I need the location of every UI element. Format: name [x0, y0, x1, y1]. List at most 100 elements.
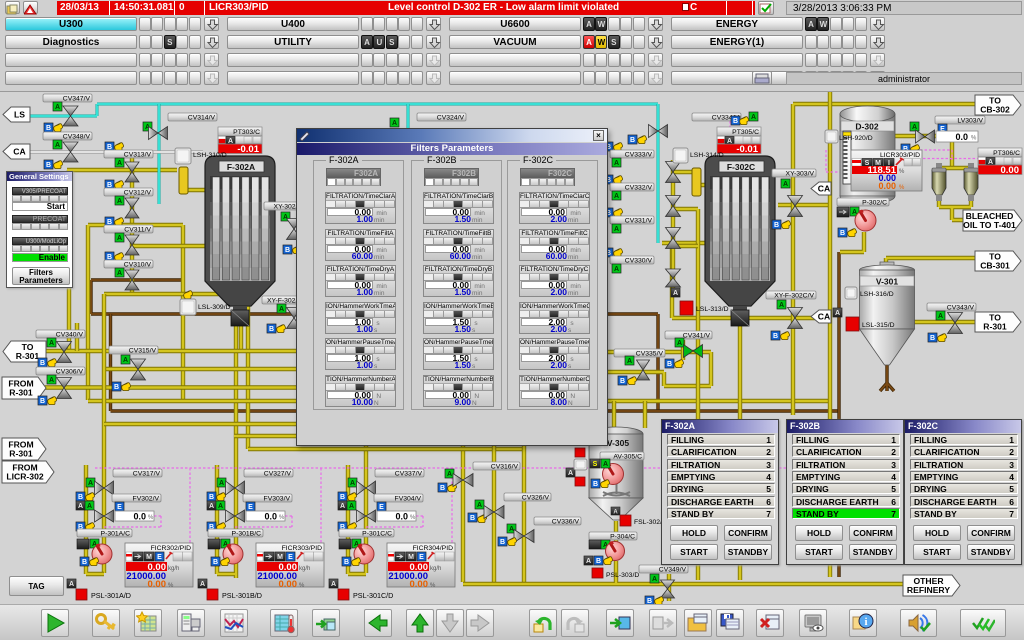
svg-text:A: A [652, 576, 657, 583]
svg-text:0.00: 0.00 [1001, 165, 1020, 176]
svg-text:%: % [168, 583, 174, 589]
svg-text:%: % [899, 185, 905, 191]
svg-text:CA: CA [818, 184, 830, 194]
svg-text:A: A [117, 160, 122, 167]
svg-text:A: A [200, 581, 205, 588]
svg-text:B: B [344, 559, 349, 566]
svg-text:i: i [864, 616, 867, 628]
svg-text:PT306/C: PT306/C [993, 150, 1020, 157]
svg-text:PSL-301B/D: PSL-301B/D [222, 591, 262, 600]
svg-text:PSL-303/D: PSL-303/D [606, 572, 639, 579]
svg-text:CV306/V: CV306/V [56, 369, 84, 376]
svg-text:A: A [627, 358, 632, 365]
svg-text:PSL-301A/D: PSL-301A/D [91, 591, 131, 600]
svg-text:CA: CA [13, 147, 25, 157]
svg-text:A: A [69, 581, 74, 588]
svg-text:B: B [500, 539, 505, 546]
svg-text:A: A [349, 503, 354, 510]
svg-text:A: A [88, 480, 93, 487]
svg-text:CV310/V: CV310/V [124, 262, 152, 269]
svg-text:M: M [277, 554, 283, 561]
svg-text:A: A [117, 270, 122, 277]
svg-text:-0.01: -0.01 [237, 144, 259, 155]
svg-text:LSH-310/D: LSH-310/D [193, 152, 227, 159]
svg-text:CA: CA [818, 312, 830, 322]
svg-text:LSH-316/D: LSH-316/D [860, 291, 894, 298]
svg-text:F-302C: F-302C [727, 162, 755, 172]
svg-text:PSL-301C/D: PSL-301C/D [353, 591, 393, 600]
svg-text:A: A [938, 313, 943, 320]
svg-text:E: E [157, 554, 162, 561]
svg-text:%: % [279, 515, 285, 521]
svg-text:%: % [971, 136, 977, 142]
svg-text:B: B [46, 125, 51, 132]
svg-text:kg/h: kg/h [299, 566, 310, 572]
svg-text:S: S [593, 461, 598, 468]
svg-text:LSL-309/D: LSL-309/D [198, 304, 231, 311]
svg-text:E: E [117, 504, 122, 511]
svg-text:CV349/V: CV349/V [659, 567, 687, 574]
svg-text:0.0: 0.0 [395, 512, 408, 522]
svg-text:CB-302: CB-302 [980, 105, 1010, 115]
svg-text:CV331/V: CV331/V [625, 218, 653, 225]
svg-text:A: A [779, 302, 784, 309]
svg-text:B: B [269, 326, 274, 333]
svg-text:P-301B/C: P-301B/C [232, 531, 262, 538]
svg-text:FV302/V: FV302/V [133, 496, 160, 503]
svg-text:A: A [55, 104, 60, 111]
svg-text:LV303/V: LV303/V [957, 118, 983, 125]
svg-text:B: B [40, 398, 45, 405]
svg-text:A: A [603, 461, 608, 468]
svg-text:CV324/V: CV324/V [437, 115, 465, 122]
svg-text:CV311/V: CV311/V [124, 227, 151, 234]
svg-text:B: B [340, 494, 345, 501]
svg-text:kg/h: kg/h [168, 566, 179, 572]
svg-text:P-301C/C: P-301C/C [362, 531, 392, 538]
svg-text:R-301: R-301 [9, 449, 33, 459]
svg-text:CV336/V: CV336/V [552, 519, 580, 526]
svg-text:V-305: V-305 [607, 438, 629, 448]
svg-text:A: A [123, 357, 128, 364]
svg-text:PT305/C: PT305/C [732, 129, 759, 136]
svg-text:B: B [593, 481, 598, 488]
svg-text:OIL TO T-401: OIL TO T-401 [963, 220, 1016, 230]
svg-text:LSL-313/D: LSL-313/D [696, 306, 729, 313]
svg-text:P-301A/C: P-301A/C [101, 531, 131, 538]
svg-text:B: B [596, 558, 601, 565]
svg-text:A: A [783, 181, 788, 188]
svg-text:A: A [350, 480, 355, 487]
svg-text:R-301: R-301 [983, 322, 1007, 332]
svg-text:B: B [667, 361, 672, 368]
svg-text:kg/h: kg/h [430, 566, 441, 572]
svg-text:CV332/V: CV332/V [625, 185, 653, 192]
svg-text:LSH-920/D: LSH-920/D [839, 135, 873, 142]
svg-text:A: A [55, 142, 60, 149]
svg-text:A: A [614, 266, 619, 273]
svg-text:B: B [78, 494, 83, 501]
svg-text:B: B [930, 335, 935, 342]
svg-text:E: E [288, 554, 293, 561]
svg-text:B: B [440, 485, 445, 492]
svg-text:FICR303/PID: FICR303/PID [282, 545, 323, 552]
svg-text:CV335/V: CV335/V [636, 351, 664, 358]
svg-text:A: A [751, 114, 756, 121]
svg-text:A: A [117, 235, 122, 242]
svg-text:0.0: 0.0 [133, 512, 146, 522]
svg-text:CV347/V: CV347/V [63, 96, 91, 103]
svg-text:P-302/C: P-302/C [862, 200, 887, 207]
svg-text:A: A [477, 502, 482, 509]
svg-text:AV-305/C: AV-305/C [613, 454, 642, 461]
svg-text:B: B [470, 515, 475, 522]
svg-text:%: % [899, 169, 905, 175]
svg-text:B: B [82, 559, 87, 566]
svg-text:CV333/V: CV333/V [625, 152, 653, 159]
svg-text:A: A [673, 290, 678, 297]
svg-text:CV316/V: CV316/V [491, 464, 519, 471]
svg-text:A: A [218, 503, 223, 510]
svg-text:%: % [410, 515, 416, 521]
svg-text:A: A [613, 510, 618, 516]
svg-text:CV313/V: CV313/V [124, 152, 152, 159]
svg-text:CV317/V: CV317/V [133, 471, 161, 478]
svg-text:B: B [40, 360, 45, 367]
svg-text:B: B [773, 333, 778, 340]
